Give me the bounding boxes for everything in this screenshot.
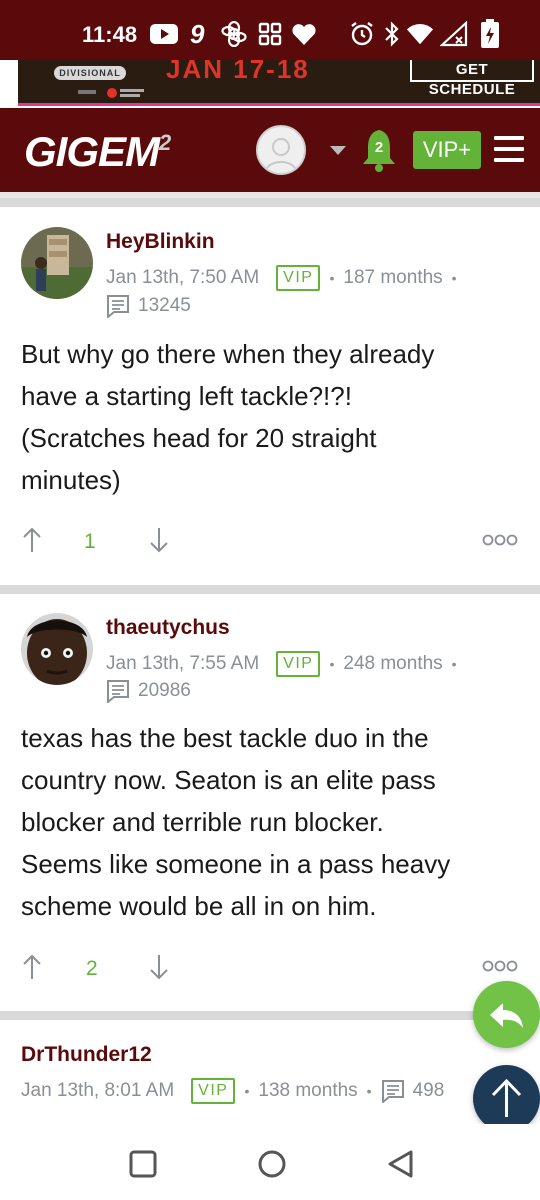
vip-badge: VIP: [191, 1078, 236, 1104]
post-body: texas has the best tackle duo in the cou…: [21, 717, 521, 927]
youtube-icon: [150, 20, 178, 48]
home-circle-icon[interactable]: [257, 1149, 287, 1179]
reply-arrow-icon: [490, 1003, 523, 1028]
post-count: 13245: [106, 294, 191, 318]
separator-dot: •: [451, 270, 457, 286]
avatar[interactable]: [21, 227, 93, 299]
bluetooth-icon: [378, 20, 406, 48]
post-card: thaeutychus Jan 13th, 7:55 AM VIP • 248 …: [0, 594, 540, 1011]
avatar[interactable]: [21, 613, 93, 685]
post-line: blocker and terrible run blocker.: [21, 807, 384, 837]
post-count-value: 498: [412, 1080, 445, 1101]
username[interactable]: HeyBlinkin: [106, 230, 215, 254]
ad-sponsor-logo: [78, 88, 144, 98]
member-tenure: 248 months: [343, 653, 443, 674]
post-date: Jan 13th, 7:55 AM: [106, 653, 260, 674]
user-silhouette-icon: [265, 138, 297, 172]
member-tenure: 138 months: [258, 1080, 358, 1101]
alarm-icon: [348, 20, 376, 48]
post-line: have a starting left tackle?!?!: [21, 381, 352, 411]
post-line: Seems like someone in a pass heavy: [21, 849, 451, 879]
clock: 11:48: [82, 22, 138, 47]
notification-count: 2: [374, 139, 384, 156]
post-meta: Jan 13th, 7:55 AM VIP • 248 months •: [106, 651, 466, 677]
divider: [0, 1011, 540, 1020]
post-count: 20986: [106, 679, 191, 703]
logo-text: GIGEM: [24, 128, 160, 175]
post-count-value: 20986: [138, 680, 191, 701]
signal-icon: [440, 20, 468, 48]
battery-icon: [476, 19, 504, 48]
separator-dot: •: [366, 1083, 372, 1099]
get-schedule-button[interactable]: GET SCHEDULE: [410, 60, 534, 98]
app-9-icon: 9: [186, 20, 214, 48]
separator-dot: •: [244, 1083, 250, 1099]
post-body: But why go there when they already have …: [21, 333, 521, 501]
reply-button[interactable]: [473, 981, 540, 1048]
more-options-icon[interactable]: [482, 533, 518, 547]
comment-icon: [107, 680, 129, 703]
recents-square-icon[interactable]: [129, 1150, 157, 1178]
svg-text:9: 9: [190, 21, 205, 47]
openai-icon: [220, 20, 248, 48]
username[interactable]: DrThunder12: [21, 1043, 152, 1067]
back-triangle-icon[interactable]: [386, 1149, 416, 1179]
menu-icon[interactable]: [494, 136, 524, 162]
separator-dot: •: [329, 656, 335, 672]
ad-dates: JAN 17-18: [166, 60, 310, 84]
vip-plus-button[interactable]: VIP+: [413, 131, 481, 169]
post-line: (Scratches head for 20 straight: [21, 423, 377, 453]
separator-dot: •: [329, 270, 335, 286]
upvote-arrow-icon[interactable]: [21, 526, 43, 554]
vip-badge: VIP: [276, 651, 321, 677]
more-options-icon[interactable]: [482, 959, 518, 973]
vote-count: 2: [86, 957, 98, 980]
post-line: country now. Seaton is an elite pass: [21, 765, 436, 795]
logo-superscript: 2: [159, 130, 171, 155]
system-nav-bar: [0, 1124, 540, 1200]
vip-badge: VIP: [276, 265, 321, 291]
ad-banner[interactable]: DIVISIONAL JAN 17-18 GET SCHEDULE: [0, 60, 540, 108]
screen: 11:48 9 DIVISIONAL JAN 17-18 GET SCHEDUL…: [0, 0, 540, 1200]
downvote-arrow-icon[interactable]: [148, 526, 170, 554]
vote-count: 1: [84, 530, 96, 553]
comment-icon: [107, 295, 129, 318]
upvote-arrow-icon[interactable]: [21, 953, 43, 981]
comment-icon: [381, 1080, 404, 1103]
post-date: Jan 13th, 8:01 AM: [21, 1080, 175, 1101]
divider: [0, 585, 540, 594]
heart-icon: [290, 20, 318, 48]
member-tenure: 187 months: [343, 267, 443, 288]
post-meta: Jan 13th, 8:01 AM VIP • 138 months • 498: [21, 1078, 444, 1104]
post-line: scheme would be all in on him.: [21, 891, 377, 921]
ad-creative[interactable]: DIVISIONAL JAN 17-18 GET SCHEDULE: [18, 60, 540, 106]
ad-badge: DIVISIONAL: [54, 66, 126, 80]
divider: [0, 198, 540, 207]
post-card: HeyBlinkin Jan 13th, 7:50 AM VIP • 187 m…: [0, 207, 540, 585]
chevron-down-icon[interactable]: [330, 146, 346, 156]
post-meta: Jan 13th, 7:50 AM VIP • 187 months •: [106, 265, 466, 291]
wifi-icon: [406, 20, 434, 48]
username[interactable]: thaeutychus: [106, 616, 230, 640]
post-date: Jan 13th, 7:50 AM: [106, 267, 260, 288]
grid-app-icon: [256, 20, 284, 48]
post-card: DrThunder12 Jan 13th, 8:01 AM VIP • 138 …: [0, 1020, 540, 1124]
arrow-up-icon: [491, 1078, 522, 1117]
post-line: texas has the best tackle duo in the: [21, 723, 429, 753]
status-bar: 11:48 9: [0, 0, 540, 60]
scroll-to-top-button[interactable]: [473, 1065, 540, 1132]
post-line: minutes): [21, 465, 121, 495]
profile-avatar[interactable]: [256, 125, 306, 175]
post-line: But why go there when they already: [21, 339, 435, 369]
post-count-value: 13245: [138, 295, 191, 316]
separator-dot: •: [451, 656, 457, 672]
downvote-arrow-icon[interactable]: [148, 953, 170, 981]
site-logo[interactable]: GIGEM2: [24, 128, 171, 176]
